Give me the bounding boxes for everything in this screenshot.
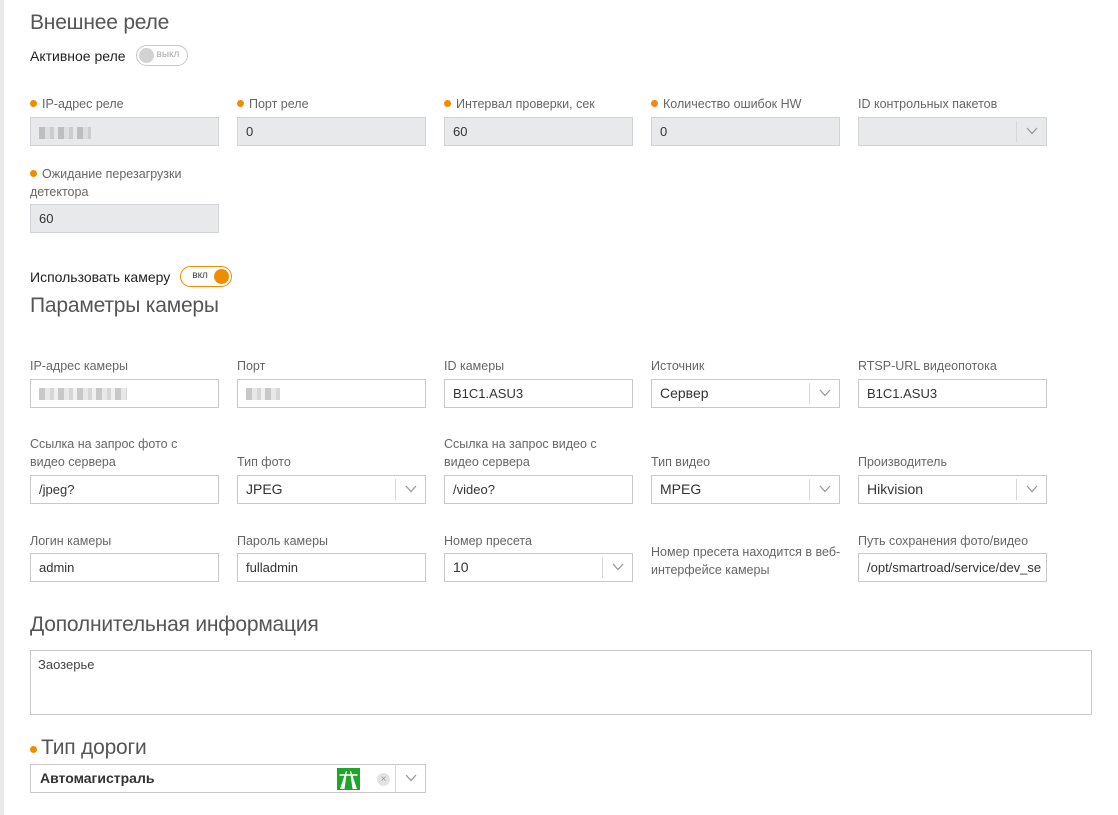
- save-path-field[interactable]: /opt/smartroad/service/dev_se: [858, 553, 1047, 582]
- camera-id-label: ID камеры: [444, 359, 505, 373]
- preset-label: Номер пресета: [444, 534, 532, 548]
- required-dot-icon: [651, 100, 658, 107]
- hw-errors-field[interactable]: 0: [651, 117, 840, 146]
- camera-login-label: Логин камеры: [30, 534, 112, 548]
- camera-port-label: Порт: [237, 359, 266, 373]
- camera-ip-field[interactable]: [30, 379, 219, 408]
- active-relay-label: Активное реле: [30, 47, 126, 64]
- redacted-value: [39, 388, 127, 401]
- toggle-state-text: выкл: [156, 49, 180, 60]
- road-type-heading: Тип дороги: [30, 736, 147, 760]
- photo-link-label: Ссылка на запрос фото с видео сервера: [30, 437, 178, 469]
- video-type-label: Тип видео: [651, 455, 711, 469]
- road-type-title: Тип дороги: [41, 736, 147, 759]
- required-dot-icon: [30, 746, 37, 753]
- preset-select[interactable]: 10: [444, 553, 633, 582]
- camera-login-field[interactable]: admin: [30, 553, 219, 582]
- camera-ip-label: IP-адрес камеры: [30, 359, 129, 373]
- source-select[interactable]: Сервер: [651, 379, 840, 408]
- rtsp-url-label: RTSP-URL видеопотока: [858, 359, 997, 373]
- relay-section-title: Внешнее реле: [30, 11, 170, 34]
- hw-errors-label: Количество ошибок HW: [651, 95, 801, 113]
- check-interval-field[interactable]: 60: [444, 117, 633, 146]
- preset-hint: Номер пресета находится в веб-интерфейсе…: [651, 545, 841, 577]
- required-dot-icon: [30, 170, 37, 177]
- camera-port-field[interactable]: [237, 379, 426, 408]
- chevron-down-icon[interactable]: [395, 479, 425, 500]
- video-link-label: Ссылка на запрос видео с видео сервера: [444, 437, 597, 469]
- relay-ip-label: IP-адрес реле: [30, 95, 124, 113]
- left-border: [0, 0, 4, 815]
- photo-type-label: Тип фото: [237, 455, 291, 469]
- relay-port-label: Порт реле: [237, 95, 309, 113]
- video-type-select[interactable]: MPEG: [651, 475, 840, 504]
- control-packets-select[interactable]: [858, 117, 1047, 146]
- use-camera-row: Использовать камеру вкл: [30, 266, 233, 287]
- road-type-select[interactable]: Автомагистраль ×: [30, 764, 426, 793]
- required-dot-icon: [444, 100, 451, 107]
- chevron-down-icon[interactable]: [395, 765, 425, 792]
- relay-port-field[interactable]: 0: [237, 117, 426, 146]
- camera-password-label: Пароль камеры: [237, 534, 329, 548]
- camera-password-field[interactable]: fulladmin: [237, 553, 426, 582]
- redacted-value: [246, 388, 280, 401]
- camera-id-field[interactable]: B1C1.ASU3: [444, 379, 633, 408]
- control-packets-label: ID контрольных пакетов: [858, 97, 998, 111]
- chevron-down-icon[interactable]: [1016, 479, 1046, 500]
- highway-icon: [337, 768, 360, 790]
- required-dot-icon: [30, 100, 37, 107]
- extra-info-title: Дополнительная информация: [30, 613, 319, 636]
- toggle-state-text: вкл: [192, 270, 208, 281]
- chevron-down-icon[interactable]: [1016, 121, 1046, 142]
- active-relay-toggle[interactable]: выкл: [135, 45, 188, 66]
- camera-section-title: Параметры камеры: [30, 294, 219, 317]
- road-type-value: Автомагистраль: [40, 770, 155, 786]
- chevron-down-icon[interactable]: [809, 383, 839, 404]
- toggle-knob: [214, 269, 230, 284]
- extra-info-textarea[interactable]: Заозерье: [30, 650, 1092, 715]
- redacted-value: [39, 126, 91, 139]
- use-camera-label: Использовать камеру: [30, 268, 171, 285]
- check-interval-label: Интервал проверки, сек: [444, 95, 595, 113]
- clear-icon[interactable]: ×: [377, 773, 390, 786]
- photo-link-field[interactable]: /jpeg?: [30, 475, 219, 504]
- reboot-wait-field[interactable]: 60: [30, 204, 219, 233]
- use-camera-toggle[interactable]: вкл: [180, 266, 233, 287]
- rtsp-url-field[interactable]: B1C1.ASU3: [858, 379, 1047, 408]
- vendor-label: Производитель: [858, 455, 947, 469]
- vendor-select[interactable]: Hikvision: [858, 475, 1047, 504]
- save-path-label: Путь сохранения фото/видео: [858, 534, 1029, 548]
- required-dot-icon: [237, 100, 244, 107]
- relay-ip-field[interactable]: [30, 117, 219, 146]
- active-relay-row: Активное реле выкл: [30, 45, 188, 66]
- chevron-down-icon[interactable]: [602, 557, 632, 578]
- video-link-field[interactable]: /video?: [444, 475, 633, 504]
- toggle-knob: [138, 48, 154, 63]
- photo-type-select[interactable]: JPEG: [237, 475, 426, 504]
- chevron-down-icon[interactable]: [809, 479, 839, 500]
- reboot-wait-label: Ожидание перезагрузки детектора: [30, 167, 182, 199]
- source-label: Источник: [651, 359, 705, 373]
